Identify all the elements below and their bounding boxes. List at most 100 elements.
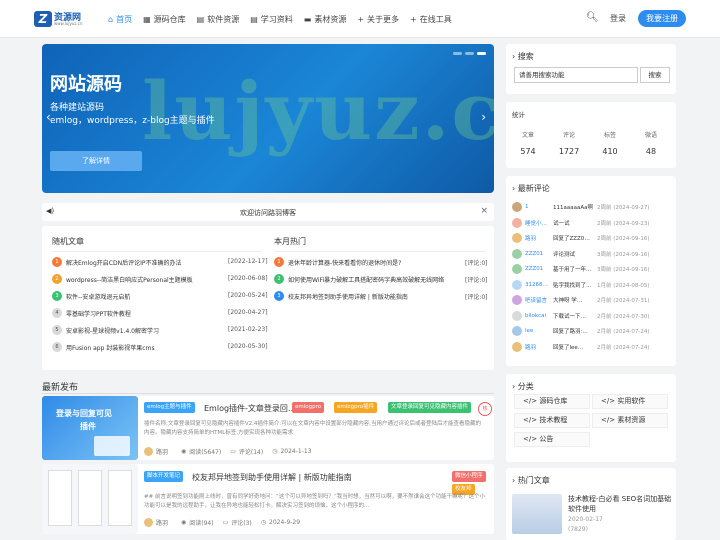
random-item-title[interactable]: wordpress--简洁黑白响应式Personal主题模板 <box>66 275 193 284</box>
random-item[interactable]: 1 解决Emlog开启CDN后评论IP不准确的办法 <box>52 255 227 269</box>
hot-item-title[interactable]: 退休年龄计算器-快来看看你的退休时间是? <box>288 258 401 267</box>
category-item[interactable]: </> 实用软件 <box>592 394 668 409</box>
post-card[interactable]: 登录与回复可见 插件 emlog主题与插件 Emlog插件-文章登录回… eml… <box>42 396 494 460</box>
search-input[interactable]: 请善用搜索功能 <box>514 67 638 83</box>
comment-time: 2月前 (2024-07-24) <box>597 329 650 335</box>
comment-item[interactable]: 路羽 回复了lee… 2月前 (2024-07-24) <box>512 340 650 354</box>
random-item-title[interactable]: 软件--安卓游戏退元启航 <box>66 292 130 301</box>
nav-item-3[interactable]: ▤ 学习资料 <box>250 11 293 27</box>
comment-item[interactable]: 睡觉小新… 试一试 2周前 (2024-09-23) <box>512 216 650 230</box>
comment-author[interactable]: 路羽 <box>525 234 551 242</box>
post-tag[interactable]: 文章登录回复可见隐藏内容插件 <box>388 402 472 413</box>
login-link[interactable]: 登录 <box>610 13 626 24</box>
comment-text[interactable]: 下载试一下… <box>553 312 593 320</box>
post-author[interactable]: 路羽 <box>156 447 168 456</box>
comment-author[interactable]: ZZZ01 <box>525 266 551 272</box>
comment-author[interactable]: 1 <box>525 204 551 210</box>
random-item-date: [2021-02-23] <box>228 326 268 333</box>
comment-author[interactable]: lee <box>525 328 551 334</box>
code-icon: </> <box>523 416 540 424</box>
random-item[interactable]: 4 零基础学习PPT软件教程 <box>52 306 227 320</box>
banner-title: 网站源码 <box>50 74 122 95</box>
comment-text[interactable]: 大神呀 学… <box>553 296 593 304</box>
hot-article-title[interactable]: 技术教程-白必看 SEO名词加基础软件使用 <box>568 494 672 514</box>
post-category[interactable]: emlog主题与插件 <box>144 402 195 413</box>
stat-value: 574 <box>520 147 536 156</box>
nav-item-1[interactable]: ▦ 源码仓库 <box>143 11 186 27</box>
category-item[interactable]: </> 素材资源 <box>592 413 668 428</box>
hot-item[interactable]: 3 校友邦异地签到助手使用详解 | 新版功能指南 <box>274 289 462 303</box>
comment-text[interactable]: 111aaaaaAa啊 <box>553 203 593 211</box>
nav-item-2[interactable]: ▤ 软件资源 <box>197 11 240 27</box>
post-thumbnail[interactable] <box>42 464 138 534</box>
random-item-title[interactable]: 用Fusion app 封装影视苹果cms <box>66 343 155 352</box>
comment-item[interactable]: ZZZ01 基于用了一年… 3周前 (2024-09-16) <box>512 262 650 276</box>
random-item[interactable]: 3 软件--安卓游戏退元启航 <box>52 289 227 303</box>
comment-text[interactable]: 贴字我找到了… <box>553 281 593 289</box>
post-title[interactable]: 校友邦异地签到助手使用详解 | 新版功能指南 <box>192 472 352 483</box>
post-author[interactable]: 路羽 <box>156 518 168 527</box>
post-category[interactable]: 脚本开发笔记 <box>144 471 184 482</box>
random-item-title[interactable]: 零基础学习PPT软件教程 <box>66 309 131 318</box>
comment-text[interactable]: 回复了lee… <box>553 343 593 351</box>
comment-author[interactable]: bilokcai <box>525 313 551 319</box>
random-item[interactable]: 5 安卓影视-星球视频v1.4.0解密学习 <box>52 323 227 337</box>
comment-author[interactable]: 吧该留言 <box>525 296 551 304</box>
avatar <box>144 447 153 456</box>
search-icon[interactable]: 🔍︎ <box>586 12 599 23</box>
comment-author[interactable]: 3126808313 <box>525 282 551 288</box>
hot-item[interactable]: 1 退休年龄计算器-快来看看你的退休时间是? <box>274 255 462 269</box>
post-tag[interactable]: 微信小程序 <box>452 471 486 482</box>
chevron-right-icon[interactable]: › <box>481 110 486 124</box>
nav-item-4[interactable]: ▬ 素材资源 <box>304 11 347 27</box>
post-comments[interactable]: 评论(14) <box>239 447 263 456</box>
thumb-phone-mock <box>78 470 102 526</box>
comment-item[interactable]: 1 111aaaaaAa啊 2周前 (2024-09-27) <box>512 200 650 214</box>
nav-item-0[interactable]: ⌂ 首页 <box>108 11 132 27</box>
hero-banner[interactable]: lujyuz.cn 网站源码 各种建站源码 emlog，wordpress，z-… <box>42 44 494 193</box>
comment-item[interactable]: lee 回复了路羽:… 2月前 (2024-07-24) <box>512 324 650 338</box>
comment-text[interactable]: 回复了路羽:… <box>553 327 593 335</box>
rank-badge: 1 <box>274 257 284 267</box>
post-thumbnail[interactable]: 登录与回复可见 插件 <box>42 396 138 460</box>
comment-text[interactable]: 基于用了一年… <box>553 265 593 273</box>
comment-text[interactable]: 回复了ZZZ01… <box>553 234 593 242</box>
comment-text[interactable]: 评论测试 <box>553 250 593 258</box>
carousel-dots[interactable] <box>453 52 486 55</box>
hot-item[interactable]: 2 如何使用WiFi暴力破解工具搭配密码字典高效破解无线网络 <box>274 272 462 286</box>
random-item[interactable]: 6 用Fusion app 封装影视苹果cms <box>52 340 227 354</box>
nav-label: 软件资源 <box>207 14 240 24</box>
post-tag[interactable]: emlogpro插件 <box>334 402 378 413</box>
comment-item[interactable]: 3126808313贴字我找到了… 1月前 (2024-08-05) <box>512 278 650 292</box>
nav-item-5[interactable]: + 关于更多 <box>357 11 399 27</box>
nav-item-6[interactable]: + 在线工具 <box>410 11 452 27</box>
category-item[interactable]: </> 公告 <box>514 432 590 447</box>
learn-more-button[interactable]: 了解详情 <box>50 151 142 171</box>
comment-item[interactable]: 吧该留言 大神呀 学… 2月前 (2024-07-31) <box>512 293 650 307</box>
comment-item[interactable]: bilokcai 下载试一下… 2月前 (2024-07-30) <box>512 309 650 323</box>
post-comments[interactable]: 评论(3) <box>231 518 252 527</box>
random-item-title[interactable]: 安卓影视-星球视频v1.4.0解密学习 <box>66 326 159 335</box>
search-button[interactable]: 搜索 <box>640 67 670 83</box>
category-item[interactable]: </> 技术教程 <box>514 413 590 428</box>
comment-item[interactable]: ZZZ01 评论测试 3周前 (2024-09-16) <box>512 247 650 261</box>
random-item[interactable]: 2 wordpress--简洁黑白响应式Personal主题模板 <box>52 272 227 286</box>
category-item[interactable]: </> 源码仓库 <box>514 394 590 409</box>
post-card[interactable]: 脚本开发笔记 校友邦异地签到助手使用详解 | 新版功能指南 微信小程序 校友邦 … <box>42 464 494 534</box>
category-label: 素材资源 <box>617 416 646 424</box>
comment-author[interactable]: 路羽 <box>525 343 551 351</box>
chevron-left-icon[interactable]: ‹ <box>46 110 51 124</box>
post-tag[interactable]: emlogpro <box>292 402 325 413</box>
random-item-title[interactable]: 解决Emlog开启CDN后评论IP不准确的办法 <box>66 258 181 267</box>
comment-author[interactable]: ZZZ01 <box>525 251 551 257</box>
hot-item-title[interactable]: 如何使用WiFi暴力破解工具搭配密码字典高效破解无线网络 <box>288 275 444 284</box>
comment-text[interactable]: 试一试 <box>553 219 593 227</box>
close-icon[interactable]: × <box>480 206 488 216</box>
comment-author[interactable]: 睡觉小新… <box>525 219 551 227</box>
hot-item-title[interactable]: 校友邦异地签到助手使用详解 | 新版功能指南 <box>288 292 408 301</box>
site-logo[interactable]: Z 资源网 www.lujyuz.cn <box>34 10 86 28</box>
register-button[interactable]: 我要注册 <box>638 10 686 27</box>
comment-item[interactable]: 路羽 回复了ZZZ01… 2周前 (2024-09-16) <box>512 231 650 245</box>
article-thumbnail[interactable] <box>512 494 562 534</box>
post-title[interactable]: Emlog插件-文章登录回… <box>204 403 296 414</box>
